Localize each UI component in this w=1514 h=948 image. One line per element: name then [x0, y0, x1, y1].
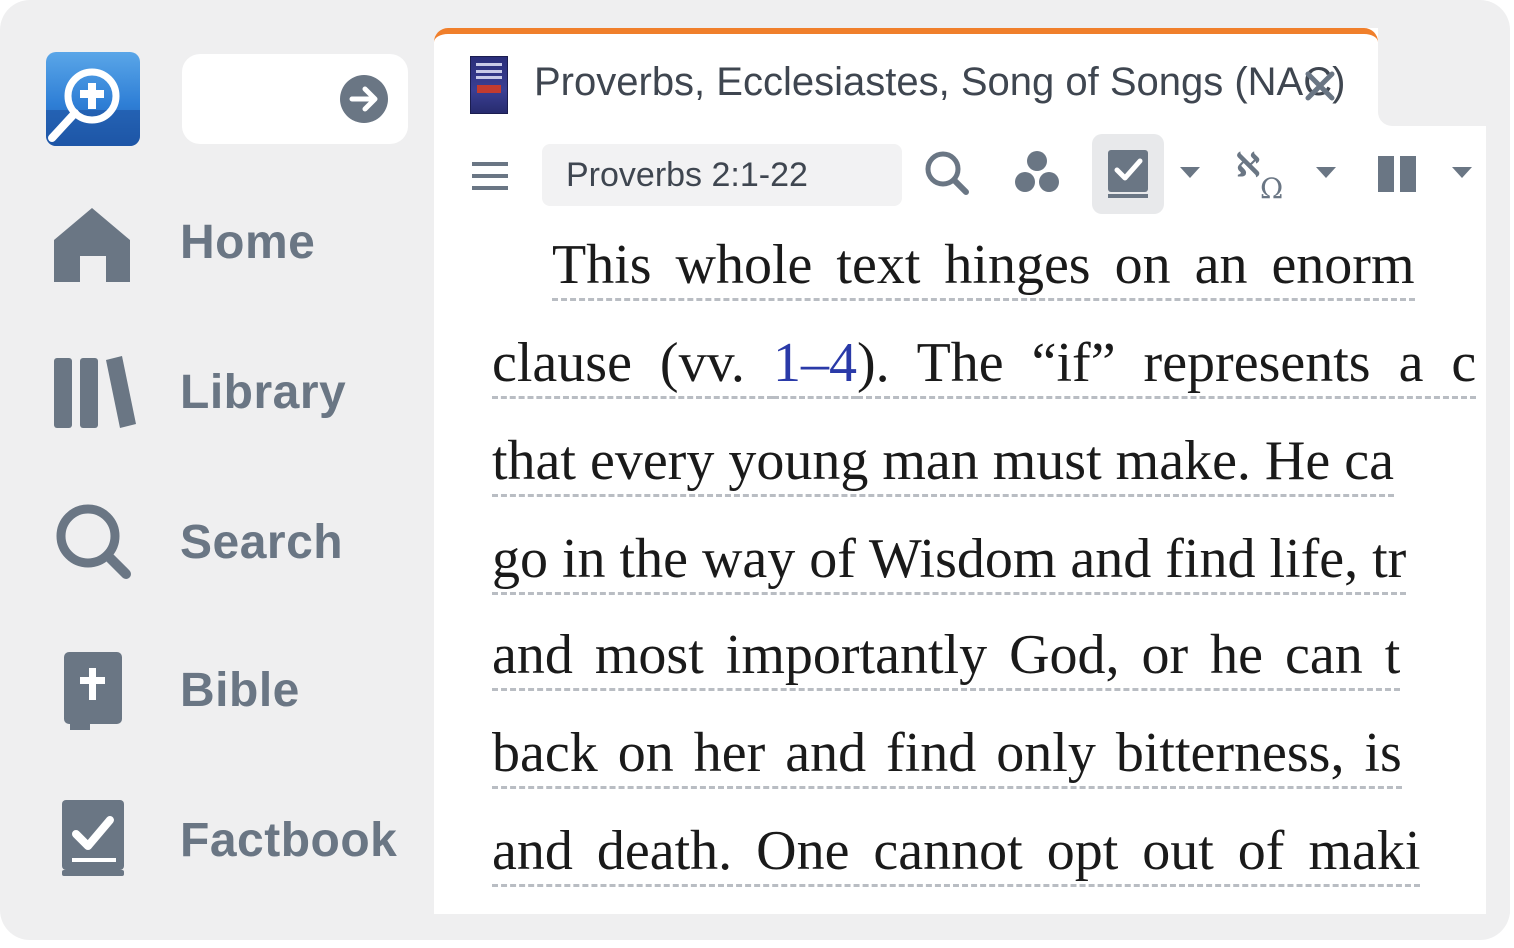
- text-span: clause (vv.: [492, 332, 773, 399]
- tab-title: Proverbs, Ecclesiastes, Song of Songs (N…: [534, 60, 1346, 104]
- text-line: and most importantly God, or he can t: [492, 620, 1401, 691]
- text-line: clause (vv. 1–4). The “if” represents a …: [492, 328, 1477, 399]
- sidebar-item-label: Factbook: [180, 814, 398, 867]
- text-span: that every young man must make. He ca: [492, 430, 1394, 497]
- text-line: This whole text hinges on an enorm: [552, 230, 1415, 301]
- sidebar-item-label: Bible: [180, 664, 300, 717]
- search-icon: [56, 504, 131, 579]
- tab-resource[interactable]: Proverbs, Ecclesiastes, Song of Songs (N…: [434, 28, 1378, 128]
- sidebar-item-bible[interactable]: Bible: [50, 646, 410, 736]
- sidebar-item-factbook[interactable]: Factbook: [50, 796, 410, 886]
- go-box[interactable]: [182, 54, 408, 144]
- text-line: go in the way of Wisdom and find life, t…: [492, 524, 1407, 595]
- chevron-down-icon[interactable]: [1450, 164, 1474, 180]
- sidebar-item-search[interactable]: Search: [50, 498, 410, 588]
- text-line: and death. One cannot opt out of maki: [492, 816, 1421, 887]
- arrow-right-circle-icon[interactable]: [340, 75, 388, 123]
- chevron-down-icon[interactable]: [1314, 164, 1338, 180]
- reference-text: Proverbs 2:1-22: [566, 156, 808, 194]
- text-span: ). The “if” represents a c: [856, 332, 1477, 399]
- verse-reference-link[interactable]: 1–4: [772, 332, 857, 399]
- chevron-down-icon[interactable]: [1178, 164, 1202, 180]
- svg-text:Ω: Ω: [1260, 172, 1283, 204]
- sidebar-item-label: Library: [180, 366, 347, 419]
- library-icon: [54, 356, 136, 428]
- factbook-icon[interactable]: [1104, 148, 1154, 202]
- app-window: Home Library Search Bible Factbook Prove…: [0, 0, 1510, 940]
- svg-text:ℵ: ℵ: [1236, 146, 1260, 184]
- visual-filters-icon[interactable]: [1012, 148, 1062, 198]
- bible-icon: [64, 652, 122, 730]
- window-edge: [1486, 126, 1510, 916]
- book-cover-icon: [470, 56, 508, 114]
- text-span: This whole text hinges on an enorm: [552, 234, 1415, 301]
- sidebar-item-label: Search: [180, 516, 344, 569]
- reader-toolbar: Proverbs 2:1-22 ℵ Ω: [434, 128, 1494, 228]
- text-span: back on her and find only bitterness, is: [492, 722, 1402, 789]
- text-span: and most importantly God, or he can t: [492, 624, 1401, 691]
- text-line: that every young man must make. He ca: [492, 426, 1394, 497]
- reference-input[interactable]: Proverbs 2:1-22: [542, 144, 902, 206]
- sidebar-item-label: Home: [180, 216, 316, 269]
- search-icon[interactable]: [922, 148, 972, 198]
- text-line: back on her and find only bitterness, is: [492, 718, 1402, 789]
- sidebar-item-library[interactable]: Library: [50, 348, 410, 438]
- hamburger-menu-icon[interactable]: [470, 156, 510, 196]
- close-icon[interactable]: [1302, 68, 1338, 104]
- text-span: go in the way of Wisdom and find life, t…: [492, 528, 1407, 595]
- interlinear-icon[interactable]: ℵ Ω: [1234, 144, 1294, 204]
- factbook-icon: [62, 800, 124, 876]
- home-icon: [54, 208, 130, 282]
- parallel-columns-icon[interactable]: [1376, 152, 1420, 196]
- tab-strip: [1378, 28, 1510, 126]
- sidebar-item-home[interactable]: Home: [50, 198, 410, 288]
- reader-content[interactable]: This whole text hinges on an enorm claus…: [434, 226, 1486, 914]
- app-logo[interactable]: [46, 52, 140, 146]
- text-span: and death. One cannot opt out of maki: [492, 820, 1421, 887]
